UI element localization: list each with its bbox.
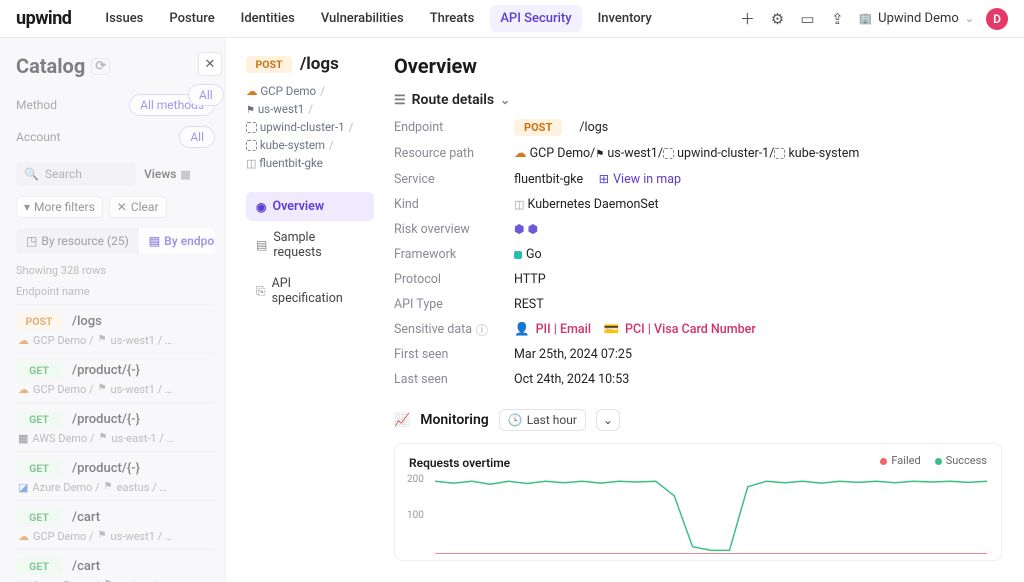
nav-inventory[interactable]: Inventory	[588, 5, 662, 32]
crumb[interactable]: ☁ GCP Demo	[514, 146, 590, 161]
crumb[interactable]: kube-system	[774, 146, 859, 161]
legend-failed-dot	[880, 458, 887, 465]
kv-protocol-label: Protocol	[394, 272, 514, 287]
route-details-toggle[interactable]: ☰ Route details ⌄	[394, 92, 1002, 108]
y-tick-100: 100	[407, 510, 424, 521]
org-switcher[interactable]: 🏢 Upwind Demo ⌄	[858, 11, 974, 26]
time-range-picker[interactable]: 🕓 Last hour	[499, 409, 586, 431]
nav-threats[interactable]: Threats	[420, 5, 485, 32]
detail-panel: POST /logs ☁ GCP Demo/⚑ us-west1/ upwind…	[226, 38, 1024, 582]
crumb[interactable]: upwind-cluster-1	[663, 146, 769, 161]
kv-endpoint-label: Endpoint	[394, 120, 514, 135]
book-icon[interactable]: ▭	[798, 10, 816, 28]
view-in-map-link[interactable]: ⊞ View in map	[599, 171, 681, 187]
kv-lastseen-label: Last seen	[394, 372, 514, 387]
overview-title: Overview	[394, 54, 1002, 78]
kv-framework-label: Framework	[394, 247, 514, 262]
requests-chart: Requests overtime Failed Success 200 100	[394, 443, 1002, 561]
nav-vulnerabilities[interactable]: Vulnerabilities	[311, 5, 414, 32]
building-icon: 🏢	[858, 12, 872, 25]
kv-firstseen-value: Mar 25th, 2024 07:25	[514, 347, 1002, 362]
go-icon	[514, 251, 522, 259]
detail-path: /logs	[300, 54, 339, 74]
kv-protocol-value: HTTP	[514, 272, 1002, 287]
kv-apitype-label: API Type	[394, 297, 514, 312]
kv-endpoint-value: POST /logs	[514, 120, 1002, 135]
chart-svg	[435, 474, 987, 554]
risk-hex-icon: ⬢	[528, 222, 538, 236]
kv-firstseen-label: First seen	[394, 347, 514, 362]
info-icon[interactable]: i	[476, 324, 488, 336]
kv-service-label: Service	[394, 172, 514, 187]
side-tab-sample-requests[interactable]: ▤Sample requests	[246, 223, 374, 267]
kv-lastseen-value: Oct 24th, 2024 10:53	[514, 372, 1002, 387]
crumb[interactable]: ⚑ us-west1	[246, 102, 304, 116]
daemonset-icon: ◫	[514, 198, 524, 211]
side-tab-overview[interactable]: ◉Overview	[246, 192, 374, 221]
kv-resource-label: Resource path	[394, 146, 514, 161]
person-icon: 👤	[514, 322, 530, 337]
time-range-chevron[interactable]: ⌄	[596, 409, 620, 431]
risk-hex-icon: ⬢	[514, 222, 524, 236]
nav-issues[interactable]: Issues	[95, 5, 153, 32]
detail-side-tabs: ◉Overview▤Sample requests⎘API specificat…	[246, 192, 374, 313]
side-tab-api-specification[interactable]: ⎘API specification	[246, 269, 374, 313]
nav-identities[interactable]: Identities	[231, 5, 305, 32]
main-nav: IssuesPosture IdentitiesVulnerabilitiesTh…	[95, 5, 661, 32]
crumb[interactable]: ⚑ us-west1	[595, 146, 657, 161]
plus-icon[interactable]: ＋	[738, 10, 756, 28]
chart-legend: Failed Success	[880, 454, 987, 467]
nav-posture[interactable]: Posture	[159, 5, 224, 32]
gear-icon[interactable]: ⚙	[768, 10, 786, 28]
kv-apitype-value: REST	[514, 297, 1002, 312]
kv-sensitive-value: 👤PII | Email 💳PCI | Visa Card Number	[514, 322, 1002, 337]
kv-service-value: fluentbit-gke ⊞ View in map	[514, 171, 1002, 187]
kv-risk-value: ⬢ ⬢	[514, 222, 1002, 237]
detail-method-badge: POST	[246, 56, 292, 73]
chart-icon: 📈	[394, 413, 410, 428]
topbar: upwind IssuesPosture IdentitiesVulnerabil…	[0, 0, 1024, 38]
crumb[interactable]: ☁ GCP Demo	[246, 84, 316, 98]
logo: upwind	[16, 8, 71, 29]
breadcrumb: ☁ GCP Demo/⚑ us-west1/ upwind-cluster-1/…	[246, 84, 374, 170]
clock-icon: 🕓	[508, 413, 523, 427]
scrim	[0, 38, 226, 582]
kv-sensitive-label: Sensitive datai	[394, 322, 514, 337]
kv-kind-value: ◫ Kubernetes DaemonSet	[514, 197, 1002, 212]
chevron-down-icon: ⌄	[965, 12, 974, 25]
crumb[interactable]: upwind-cluster-1	[246, 120, 345, 134]
y-tick-200: 200	[407, 474, 424, 485]
nav-api-security[interactable]: API Security	[490, 5, 581, 32]
card-icon: 💳	[603, 322, 619, 337]
monitoring-title: Monitoring	[420, 412, 489, 428]
close-button[interactable]: ✕	[198, 52, 222, 76]
kv-framework-value: Go	[514, 247, 1002, 262]
person-run-icon[interactable]: ⇪	[828, 10, 846, 28]
chevron-down-icon: ⌄	[500, 93, 510, 107]
crumb[interactable]: kube-system	[246, 138, 325, 152]
kv-risk-label: Risk overview	[394, 222, 514, 237]
legend-success-dot	[935, 458, 942, 465]
avatar[interactable]: D	[986, 8, 1008, 30]
kv-resource-value: ☁ GCP Demo/⚑ us-west1/ upwind-cluster-1/…	[514, 145, 1002, 161]
org-name: Upwind Demo	[878, 11, 959, 26]
crumb[interactable]: ◫ fluentbit-gke	[246, 156, 323, 170]
list-icon: ☰	[394, 93, 406, 108]
kv-kind-label: Kind	[394, 197, 514, 212]
map-icon: ⊞	[599, 171, 609, 187]
series-success	[435, 481, 987, 550]
